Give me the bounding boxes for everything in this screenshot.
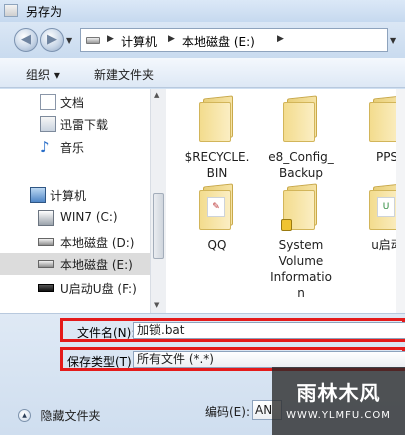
list-item[interactable]: $RECYCLE. BIN (176, 95, 258, 181)
nav-item-documents[interactable]: 文档 (0, 91, 150, 113)
filetype-select[interactable]: 所有文件 (*.*) (133, 351, 405, 368)
drive-icon (38, 238, 54, 246)
drive-icon (86, 37, 100, 44)
title-bar: 另存为 (0, 0, 405, 22)
breadcrumb-computer[interactable]: 计算机 (121, 33, 157, 50)
folder-icon (197, 95, 237, 143)
recent-pages-dropdown-icon[interactable]: ▼ (66, 36, 72, 45)
navigation-scrollbar[interactable]: ▲ ▼ (150, 89, 166, 313)
folder-icon (281, 95, 321, 143)
filetype-label: 保存类型(T): (67, 355, 136, 369)
file-name: $RECYCLE. BIN (184, 150, 250, 180)
filename-row: 文件名(N): 加锁.bat (60, 318, 405, 342)
watermark-text: 雨林木风 (296, 381, 381, 405)
file-name: QQ (207, 238, 227, 252)
forward-button[interactable]: ▶ (40, 28, 64, 52)
encoding-label: 编码(E): (205, 405, 250, 419)
file-name: e8_Config_ Backup (268, 150, 334, 180)
system-drive-icon (38, 210, 54, 226)
window-title: 另存为 (26, 5, 63, 19)
scroll-down-icon[interactable]: ▼ (154, 301, 159, 309)
music-icon: ♪ (40, 138, 50, 156)
folder-icon: ✎ (197, 183, 237, 231)
toolbar: 组织 ▾ 新建文件夹 (0, 58, 405, 88)
organize-button[interactable]: 组织 ▾ (26, 66, 60, 83)
watermark-url: WWW.YLMFU.COM (286, 410, 391, 421)
document-icon (40, 94, 56, 110)
computer-icon (30, 187, 46, 203)
navigation-pane: 文档 迅雷下载 ♪ 音乐 计算机 WIN7 (C:) 本地磁盘 (D:) 本地磁… (0, 89, 150, 313)
lock-icon (281, 219, 292, 231)
breadcrumb-drive-e[interactable]: 本地磁盘 (E:) (182, 33, 255, 50)
nav-item-drive-c[interactable]: WIN7 (C:) (0, 207, 150, 229)
nav-item-computer[interactable]: 计算机 (0, 184, 150, 206)
list-item[interactable]: e8_Config_ Backup (260, 95, 342, 181)
usb-drive-icon (38, 284, 54, 292)
scroll-up-icon[interactable]: ▲ (154, 91, 159, 99)
drive-icon (38, 260, 54, 268)
scrollbar-thumb[interactable] (153, 193, 164, 259)
nav-item-drive-d[interactable]: 本地磁盘 (D:) (0, 231, 150, 253)
chevron-up-icon: ▲ (18, 409, 31, 422)
nav-item-thunder-downloads[interactable]: 迅雷下载 (0, 113, 150, 135)
watermark: 雨林木风 WWW.YLMFU.COM (272, 367, 405, 435)
locked-folder-icon (281, 183, 321, 231)
list-item[interactable]: System Volume Informatio n (260, 183, 342, 301)
download-folder-icon (40, 116, 56, 132)
breadcrumb-arrow-icon[interactable]: ▶ (277, 34, 284, 44)
navigation-bar: ◀ ▶ ▼ ▶ 计算机 ▶ 本地磁盘 (E:) ▶ ▼ (0, 22, 405, 58)
breadcrumb-arrow-icon[interactable]: ▶ (168, 34, 175, 44)
file-list: $RECYCLE. BIN e8_Config_ Backup PPS ✎ QQ… (166, 89, 405, 313)
hide-folders-button[interactable]: ▲ 隐藏文件夹 (18, 407, 101, 423)
back-button[interactable]: ◀ (14, 28, 38, 52)
filename-label: 文件名(N): (77, 326, 136, 340)
new-folder-button[interactable]: 新建文件夹 (94, 66, 154, 83)
nav-item-music[interactable]: ♪ 音乐 (0, 136, 150, 158)
list-item[interactable]: ✎ QQ (176, 183, 258, 253)
breadcrumb-arrow-icon[interactable]: ▶ (107, 34, 114, 44)
address-dropdown-icon[interactable]: ▼ (390, 36, 396, 45)
filename-input[interactable]: 加锁.bat (133, 322, 405, 339)
address-bar[interactable]: ▶ 计算机 ▶ 本地磁盘 (E:) ▶ (80, 28, 388, 52)
nav-item-drive-e[interactable]: 本地磁盘 (E:) (0, 253, 150, 275)
file-name: System Volume Informatio n (270, 238, 332, 300)
window-icon (4, 4, 18, 17)
file-list-scrollbar[interactable] (396, 89, 405, 313)
nav-item-usb-drive-f[interactable]: U启动U盘 (F:) (0, 277, 150, 299)
